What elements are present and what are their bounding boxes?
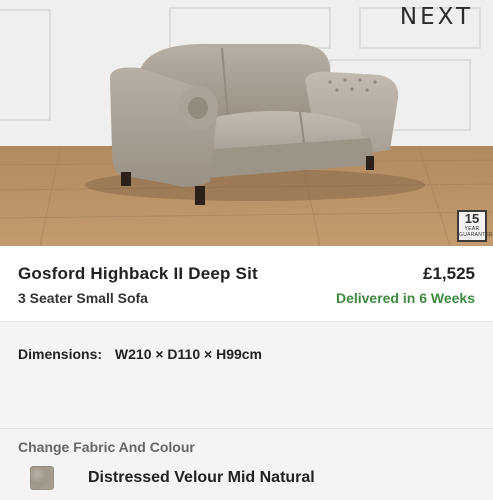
fabric-option-label: Distressed Velour Mid Natural: [88, 469, 315, 486]
guarantee-badge: 15 YEAR GUARANTEE: [457, 210, 493, 242]
product-price: £1,525: [423, 264, 475, 283]
guarantee-years: 15: [464, 211, 480, 226]
fabric-swatch[interactable]: [30, 466, 54, 490]
dimensions-value: W210 × D110 × H99cm: [114, 346, 263, 362]
brand-logo[interactable]: NEXT: [400, 4, 473, 30]
fabric-section-title: Change Fabric And Colour: [18, 439, 195, 455]
guarantee-caption-2: GUARANTEE: [459, 232, 493, 238]
product-hero-image[interactable]: NEXT 15 YEAR GUARANTEE: [0, 0, 493, 246]
delivery-estimate: Delivered in 6 Weeks: [335, 290, 475, 306]
sofa-photo: [0, 0, 493, 246]
dimensions-label: Dimensions:: [18, 346, 103, 362]
product-summary: Gosford Highback II Deep Sit 3 Seater Sm…: [0, 246, 493, 322]
fabric-option-selected[interactable]: Distressed Velour Mid Natural: [18, 466, 475, 490]
dimensions-section: Dimensions: W210 × D110 × H99cm: [0, 322, 493, 428]
fabric-section: Change Fabric And Colour Distressed Velo…: [0, 428, 493, 500]
product-title: Gosford Highback II Deep Sit: [18, 264, 258, 283]
